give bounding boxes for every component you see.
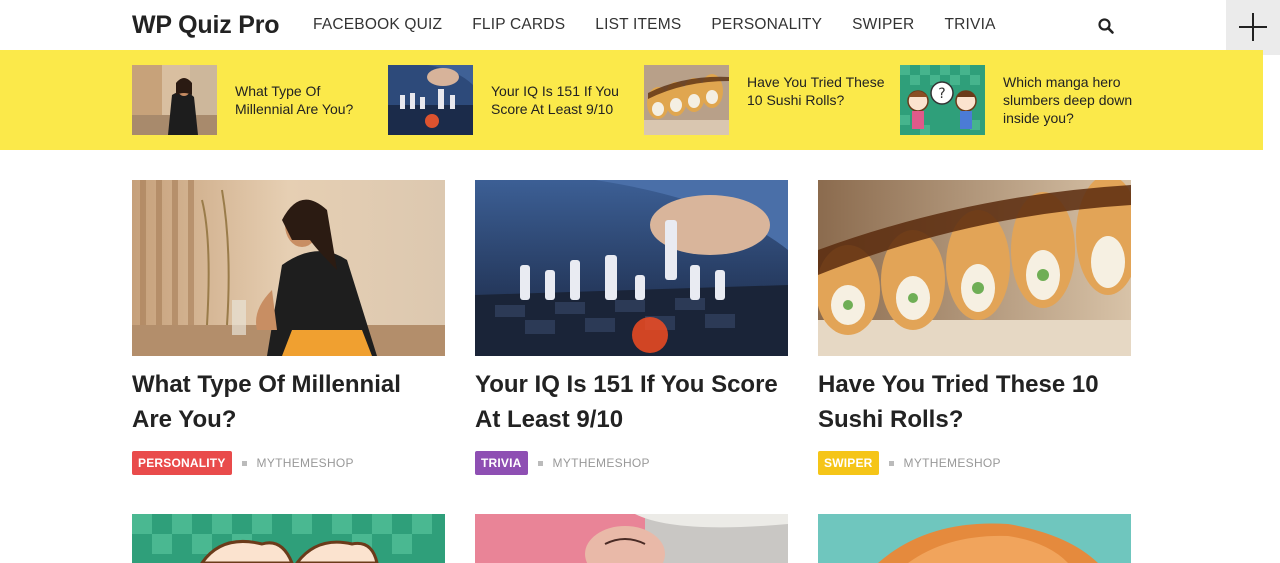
post-image-millennial[interactable] <box>132 180 445 356</box>
category-badge[interactable]: TRIVIA <box>475 451 528 475</box>
featured-item[interactable]: ? Which manga hero slumbers deep down in… <box>900 65 1145 135</box>
post-image-chess[interactable] <box>475 180 788 356</box>
nav-item-list-items[interactable]: LIST ITEMS <box>595 16 681 34</box>
post-meta: PERSONALITY MYTHEMESHOP <box>132 451 354 475</box>
plus-icon-vertical <box>1252 13 1254 41</box>
featured-thumbnail-millennial[interactable] <box>132 65 217 135</box>
featured-thumbnail-manga[interactable]: ? <box>900 65 985 135</box>
meta-separator <box>888 460 894 466</box>
post-author[interactable]: MYTHEMESHOP <box>904 456 1001 470</box>
featured-title[interactable]: What Type Of Millennial Are You? <box>235 82 375 118</box>
featured-strip: What Type Of Millennial Are You? Your IQ… <box>0 50 1263 150</box>
featured-item[interactable]: Have You Tried These 10 Sushi Rolls? <box>644 65 889 135</box>
main-nav: FACEBOOK QUIZ FLIP CARDS LIST ITEMS PERS… <box>313 16 1026 34</box>
post-image-blonde[interactable] <box>475 514 788 563</box>
featured-thumbnail-chess[interactable] <box>388 65 473 135</box>
featured-title[interactable]: Your IQ Is 151 If You Score At Least 9/1… <box>491 82 631 118</box>
featured-item[interactable]: Your IQ Is 151 If You Score At Least 9/1… <box>388 65 633 135</box>
post-title[interactable]: What Type Of Millennial Are You? <box>132 367 445 437</box>
post-author[interactable]: MYTHEMESHOP <box>257 456 354 470</box>
svg-text:?: ? <box>938 86 945 102</box>
category-badge[interactable]: SWIPER <box>818 451 879 475</box>
search-icon[interactable] <box>1097 17 1115 35</box>
nav-item-personality[interactable]: PERSONALITY <box>711 16 822 34</box>
nav-item-facebook-quiz[interactable]: FACEBOOK QUIZ <box>313 16 442 34</box>
site-logo[interactable]: WP Quiz Pro <box>132 11 280 40</box>
nav-item-flip-cards[interactable]: FLIP CARDS <box>472 16 565 34</box>
site-header: WP Quiz Pro FACEBOOK QUIZ FLIP CARDS LIS… <box>0 0 1280 50</box>
post-title[interactable]: Have You Tried These 10 Sushi Rolls? <box>818 367 1131 437</box>
nav-item-swiper[interactable]: SWIPER <box>852 16 914 34</box>
post-image-manga[interactable] <box>132 514 445 563</box>
post-meta: SWIPER MYTHEMESHOP <box>818 451 1001 475</box>
meta-separator <box>537 460 543 466</box>
featured-title[interactable]: Have You Tried These 10 Sushi Rolls? <box>747 73 887 109</box>
featured-title[interactable]: Which manga hero slumbers deep down insi… <box>1003 73 1143 127</box>
meta-separator <box>241 460 247 466</box>
featured-thumbnail-sushi[interactable] <box>644 65 729 135</box>
post-image-cat[interactable] <box>818 514 1131 563</box>
post-image-sushi[interactable] <box>818 180 1131 356</box>
plus-icon[interactable] <box>1226 0 1280 55</box>
nav-item-trivia[interactable]: TRIVIA <box>944 16 995 34</box>
post-author[interactable]: MYTHEMESHOP <box>553 456 650 470</box>
post-meta: TRIVIA MYTHEMESHOP <box>475 451 650 475</box>
category-badge[interactable]: PERSONALITY <box>132 451 232 475</box>
post-title[interactable]: Your IQ Is 151 If You Score At Least 9/1… <box>475 367 788 437</box>
featured-item[interactable]: What Type Of Millennial Are You? <box>132 65 377 135</box>
